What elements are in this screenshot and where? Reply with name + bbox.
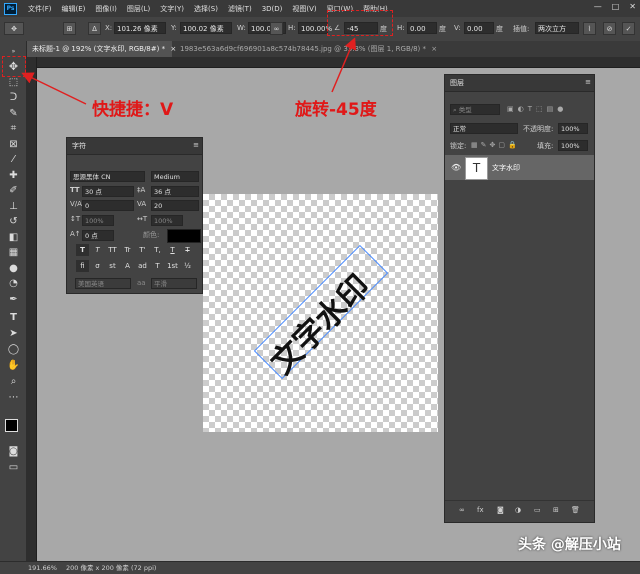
arrow-to-move-tool bbox=[21, 72, 87, 105]
source-watermark: 头条 @解压小站 bbox=[518, 537, 621, 553]
document-info[interactable]: 200 像素 x 200 像素 (72 ppi) bbox=[66, 562, 156, 574]
zoom-level[interactable]: 191.66% bbox=[28, 562, 57, 574]
annotation-arrows bbox=[21, 37, 357, 105]
arrow-to-angle-field bbox=[331, 37, 357, 93]
status-bar: 191.66% 200 像素 x 200 像素 (72 ppi) bbox=[0, 561, 640, 574]
